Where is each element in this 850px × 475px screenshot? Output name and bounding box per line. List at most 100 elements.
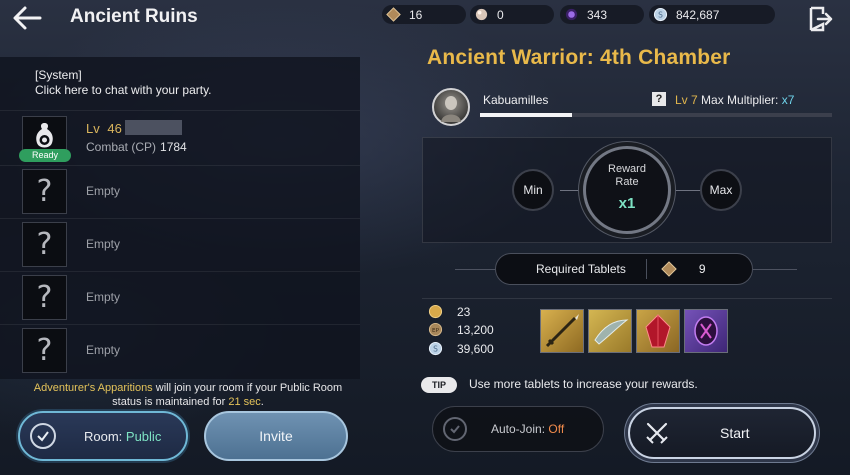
party-slot-5-label: Empty bbox=[86, 343, 121, 357]
boss-name: Kabuamilles bbox=[483, 93, 549, 107]
min-rate-button[interactable]: Min bbox=[512, 169, 554, 211]
max-mult-label: Max Multiplier: bbox=[701, 93, 779, 107]
reward-rate-dial: Reward Rate x1 bbox=[583, 146, 671, 234]
tip-badge: TIP bbox=[421, 377, 457, 393]
checkmark-icon bbox=[443, 417, 467, 441]
currency-silver: S 842,687 bbox=[649, 5, 775, 24]
room-value: Public bbox=[125, 428, 162, 444]
divider bbox=[422, 298, 832, 299]
pearl-icon bbox=[475, 8, 488, 21]
reward-item-crystal[interactable] bbox=[636, 309, 680, 353]
back-button[interactable] bbox=[10, 4, 44, 32]
warrior-portrait-icon bbox=[441, 96, 461, 122]
room-public-toggle[interactable]: Room: Public bbox=[18, 411, 188, 461]
max-mult-value: x7 bbox=[781, 93, 795, 107]
tablet-icon bbox=[661, 261, 677, 277]
chat-system-label: [System] bbox=[35, 68, 82, 82]
required-tablets-label: Required Tablets bbox=[536, 262, 626, 276]
reward-value: 23 bbox=[457, 304, 471, 319]
auto-join-value: Off bbox=[548, 422, 565, 436]
currency-value: 343 bbox=[587, 7, 608, 22]
auto-join-toggle[interactable]: Auto-Join: Off bbox=[432, 406, 604, 452]
reward-silver: S 39,600 bbox=[428, 341, 494, 356]
question-mark-icon: ? bbox=[36, 280, 53, 315]
notice-seconds: 21 sec bbox=[228, 396, 261, 408]
reward-rate-line2: Rate bbox=[615, 176, 639, 188]
gold-coin-icon bbox=[428, 304, 443, 319]
currency-gem: 343 bbox=[560, 5, 644, 24]
room-label-text: Room: bbox=[84, 428, 126, 444]
notice-highlight: Adventurer's Apparitions bbox=[33, 382, 153, 394]
svg-text:S: S bbox=[433, 344, 438, 353]
party-slot-4-portrait[interactable]: ? bbox=[22, 275, 67, 320]
party-chat-box[interactable]: [System] Click here to chat with your pa… bbox=[35, 68, 212, 98]
party-slot-2-portrait[interactable]: ? bbox=[22, 169, 67, 214]
party-slot-4-label: Empty bbox=[86, 290, 121, 304]
currency-value: 0 bbox=[497, 7, 504, 22]
silver-coin-icon: S bbox=[653, 7, 668, 22]
party-slot-3-label: Empty bbox=[86, 237, 121, 251]
tip-text: Use more tablets to increase your reward… bbox=[469, 377, 698, 391]
arrow-left-icon bbox=[13, 6, 42, 30]
redacted-player-name bbox=[125, 120, 182, 135]
checkmark-icon bbox=[30, 423, 56, 449]
currency-pearl: 0 bbox=[470, 5, 554, 24]
reward-item-blade[interactable] bbox=[588, 309, 632, 353]
level-prefix: Lv bbox=[86, 121, 100, 136]
leader-combat-power: Combat (CP) 1784 bbox=[86, 140, 187, 154]
start-button[interactable]: Start bbox=[628, 407, 816, 459]
level-multiplier: Lv 7 Max Multiplier: x7 bbox=[675, 93, 794, 107]
reward-rate-line1: Reward bbox=[608, 163, 646, 175]
cp-value: 1784 bbox=[160, 140, 187, 154]
max-rate-button[interactable]: Max bbox=[700, 169, 742, 211]
boss-level: Lv 7 bbox=[675, 93, 698, 107]
auto-join-text: Auto-Join: bbox=[491, 422, 549, 436]
reward-exp: EP 13,200 bbox=[428, 322, 494, 337]
invite-button[interactable]: Invite bbox=[204, 411, 348, 461]
room-label: Room: Public bbox=[84, 429, 161, 444]
leader-level: Lv 46 bbox=[86, 121, 122, 136]
exit-button[interactable] bbox=[808, 6, 834, 32]
divider bbox=[0, 271, 360, 272]
notice-line2-prefix: status is maintained for bbox=[112, 396, 229, 408]
progress-fill bbox=[480, 113, 572, 117]
auto-join-label: Auto-Join: Off bbox=[491, 422, 564, 436]
reward-gold: 23 bbox=[428, 304, 470, 319]
currency-value: 16 bbox=[409, 7, 423, 22]
currency-value: 842,687 bbox=[676, 7, 720, 22]
currency-tablets: 16 bbox=[382, 5, 466, 24]
notice-line1: will join your room if your Public Room bbox=[152, 382, 343, 394]
question-mark-icon: ? bbox=[36, 227, 53, 262]
party-slot-5-portrait[interactable]: ? bbox=[22, 328, 67, 373]
party-slot-3-portrait[interactable]: ? bbox=[22, 222, 67, 267]
boss-avatar[interactable] bbox=[432, 88, 470, 126]
level-value: 46 bbox=[107, 121, 122, 136]
chat-hint: Click here to chat with your party. bbox=[35, 83, 212, 97]
reward-value: 13,200 bbox=[457, 322, 494, 337]
spear-item-icon bbox=[545, 314, 579, 348]
required-tablets-bar: Required Tablets 9 bbox=[495, 253, 753, 285]
reward-rate-multiplier: x1 bbox=[618, 195, 636, 212]
reward-item-spear[interactable] bbox=[540, 309, 584, 353]
divider bbox=[0, 110, 360, 111]
start-label: Start bbox=[720, 425, 750, 441]
silver-coin-icon: S bbox=[428, 341, 443, 356]
help-icon[interactable]: ? bbox=[652, 92, 666, 106]
party-slot-2-label: Empty bbox=[86, 184, 121, 198]
red-crystal-item-icon bbox=[645, 314, 671, 348]
question-mark-icon: ? bbox=[36, 174, 53, 209]
cp-label: Combat (CP) bbox=[86, 140, 157, 154]
blade-item-icon bbox=[594, 319, 629, 345]
tablet-icon bbox=[386, 7, 401, 22]
purple-gem-icon bbox=[565, 8, 578, 21]
dungeon-title: Ancient Warrior: 4th Chamber bbox=[427, 46, 731, 69]
svg-text:EP: EP bbox=[432, 328, 440, 334]
purple-rune-item-icon bbox=[694, 316, 718, 346]
question-mark-icon: ? bbox=[36, 333, 53, 368]
divider bbox=[645, 259, 647, 279]
exp-coin-icon: EP bbox=[428, 322, 443, 337]
public-room-notice: Adventurer's Apparitions will join your … bbox=[0, 381, 376, 409]
divider bbox=[0, 218, 360, 219]
reward-item-rune[interactable] bbox=[684, 309, 728, 353]
crossed-swords-icon bbox=[646, 422, 668, 444]
